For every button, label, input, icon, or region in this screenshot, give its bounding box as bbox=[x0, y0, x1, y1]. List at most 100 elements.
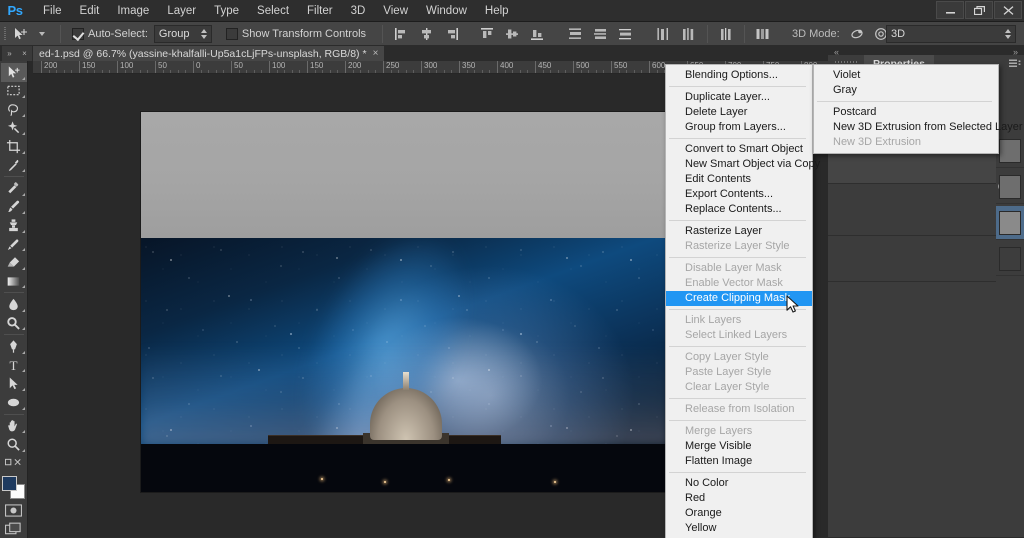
menu-item-flatten-image[interactable]: Flatten Image bbox=[666, 454, 812, 469]
align-vertical-centers-icon[interactable] bbox=[501, 24, 523, 44]
show-transform-checkbox[interactable] bbox=[225, 27, 238, 40]
gradient-tool[interactable] bbox=[1, 272, 27, 291]
menu-item-merge-visible[interactable]: Merge Visible bbox=[666, 439, 812, 454]
path-selection-tool[interactable] bbox=[1, 374, 27, 393]
align-left-edges-icon[interactable] bbox=[390, 24, 412, 44]
menu-item-export-contents[interactable]: Export Contents... bbox=[666, 187, 812, 202]
color-swatches[interactable] bbox=[1, 475, 27, 500]
restore-button[interactable] bbox=[965, 1, 993, 19]
ruler-minor-tick bbox=[550, 70, 552, 73]
tool-dock-collapse[interactable]: » × bbox=[2, 46, 32, 61]
move-tool[interactable] bbox=[0, 63, 27, 82]
menu-item-new-smart-object-via-copy[interactable]: New Smart Object via Copy bbox=[666, 157, 820, 172]
menu-item-orange[interactable]: Orange bbox=[666, 506, 812, 521]
menu-item-duplicate-layer[interactable]: Duplicate Layer... bbox=[666, 90, 812, 105]
3d-orbit-icon[interactable] bbox=[846, 24, 868, 44]
menu-edit[interactable]: Edit bbox=[71, 0, 109, 22]
pen-tool[interactable] bbox=[1, 337, 27, 356]
blur-tool[interactable] bbox=[1, 295, 27, 314]
distribute-top-edges-icon[interactable] bbox=[564, 24, 586, 44]
menu-item-group-from-layers[interactable]: Group from Layers... bbox=[666, 120, 812, 135]
auto-select-checkbox[interactable] bbox=[72, 27, 84, 40]
minimize-button[interactable] bbox=[936, 1, 964, 19]
edit-toolbar-button[interactable] bbox=[1, 454, 27, 473]
ruler-minor-tick bbox=[223, 70, 225, 73]
menu-item-postcard[interactable]: Postcard bbox=[814, 105, 998, 120]
menu-item-no-color[interactable]: No Color bbox=[666, 476, 812, 491]
quick-selection-tool[interactable] bbox=[1, 119, 27, 138]
menu-item-red[interactable]: Red bbox=[666, 491, 812, 506]
eraser-tool[interactable] bbox=[1, 253, 27, 272]
layers-panel[interactable] bbox=[996, 72, 1024, 538]
ruler-minor-tick bbox=[542, 70, 544, 73]
document-tab-close-icon[interactable]: × bbox=[373, 48, 379, 59]
zoom-tool[interactable] bbox=[1, 435, 27, 454]
menu-view[interactable]: View bbox=[374, 0, 417, 22]
align-bottom-edges-icon[interactable] bbox=[526, 24, 548, 44]
ruler-minor-tick bbox=[185, 70, 187, 73]
spot-healing-brush-tool[interactable] bbox=[1, 179, 27, 198]
distribute-right-edges-icon[interactable] bbox=[715, 24, 737, 44]
workspace-dropdown[interactable]: 3D bbox=[886, 25, 1016, 43]
menu-type[interactable]: Type bbox=[205, 0, 248, 22]
layer-context-menu-overflow[interactable]: Violet Gray Postcard New 3D Extrusion from … bbox=[813, 64, 1023, 154]
distribute-horizontal-centers-icon[interactable] bbox=[677, 24, 699, 44]
menu-layer[interactable]: Layer bbox=[158, 0, 205, 22]
menu-image[interactable]: Image bbox=[108, 0, 158, 22]
ellipse-tool[interactable] bbox=[1, 393, 27, 412]
clone-stamp-tool[interactable] bbox=[1, 216, 27, 235]
menu-item-new-3d-extrusion-from-selected-layer[interactable]: New 3D Extrusion from Selected Layer bbox=[814, 120, 1023, 135]
styles-panel[interactable] bbox=[828, 236, 1024, 282]
document-canvas[interactable] bbox=[141, 112, 670, 492]
hand-tool[interactable] bbox=[1, 416, 27, 435]
align-horizontal-centers-icon[interactable] bbox=[415, 24, 437, 44]
panel-menu-icon[interactable] bbox=[1006, 55, 1024, 72]
menu-select[interactable]: Select bbox=[248, 0, 298, 22]
adjustments-panel[interactable] bbox=[828, 184, 1024, 236]
options-bar-grip[interactable] bbox=[0, 22, 9, 46]
rectangular-marquee-tool[interactable] bbox=[1, 82, 27, 101]
history-brush-tool[interactable] bbox=[1, 235, 27, 254]
menu-3d[interactable]: 3D bbox=[342, 0, 375, 22]
brush-tool[interactable] bbox=[1, 198, 27, 217]
menu-item-yellow[interactable]: Yellow bbox=[666, 521, 812, 536]
menu-item-gray[interactable]: Gray bbox=[814, 83, 998, 98]
foreground-color-swatch[interactable] bbox=[1, 476, 17, 492]
menu-help[interactable]: Help bbox=[476, 0, 518, 22]
auto-select-checkbox-group[interactable]: Auto-Select: bbox=[72, 27, 148, 40]
menu-item-delete-layer[interactable]: Delete Layer bbox=[666, 105, 812, 120]
menu-item-blending-options[interactable]: Blending Options... bbox=[666, 68, 812, 83]
menu-item-edit-contents[interactable]: Edit Contents bbox=[666, 172, 812, 187]
move-tool-preset-icon[interactable] bbox=[9, 24, 31, 44]
menu-item-convert-to-smart-object[interactable]: Convert to Smart Object bbox=[666, 142, 812, 157]
menu-window[interactable]: Window bbox=[417, 0, 476, 22]
align-right-edges-icon[interactable] bbox=[440, 24, 462, 44]
dodge-tool[interactable] bbox=[1, 314, 27, 333]
auto-select-scope-dropdown[interactable]: Group bbox=[153, 24, 212, 43]
layer-row[interactable] bbox=[996, 170, 1024, 204]
auto-align-layers-icon[interactable] bbox=[752, 24, 774, 44]
distribute-left-edges-icon[interactable] bbox=[652, 24, 674, 44]
document-tab[interactable]: ed-1.psd @ 66.7% (yassine-khalfalli-Up5a… bbox=[33, 46, 386, 61]
layer-row[interactable] bbox=[996, 134, 1024, 168]
horizontal-type-tool[interactable]: T bbox=[1, 356, 27, 375]
menu-filter[interactable]: Filter bbox=[298, 0, 342, 22]
tool-preset-dropdown[interactable] bbox=[31, 24, 53, 44]
distribute-vertical-centers-icon[interactable] bbox=[589, 24, 611, 44]
menu-item-release-from-isolation: Release from Isolation bbox=[685, 403, 795, 415]
lasso-tool[interactable] bbox=[1, 100, 27, 119]
menu-item-violet[interactable]: Violet bbox=[814, 68, 998, 83]
close-button[interactable] bbox=[994, 1, 1022, 19]
quick-mask-mode-button[interactable] bbox=[1, 501, 27, 520]
layer-row[interactable] bbox=[996, 242, 1024, 276]
crop-tool[interactable] bbox=[1, 137, 27, 156]
menu-item-replace-contents[interactable]: Replace Contents... bbox=[666, 202, 812, 217]
menu-item-rasterize-layer[interactable]: Rasterize Layer bbox=[666, 224, 812, 239]
distribute-bottom-edges-icon[interactable] bbox=[614, 24, 636, 44]
layer-row-selected[interactable] bbox=[996, 206, 1024, 240]
align-top-edges-icon[interactable] bbox=[476, 24, 498, 44]
screen-mode-button[interactable] bbox=[1, 520, 27, 538]
menu-file[interactable]: File bbox=[34, 0, 71, 22]
show-transform-checkbox-group[interactable]: Show Transform Controls bbox=[225, 27, 366, 40]
eyedropper-tool[interactable] bbox=[1, 156, 27, 175]
